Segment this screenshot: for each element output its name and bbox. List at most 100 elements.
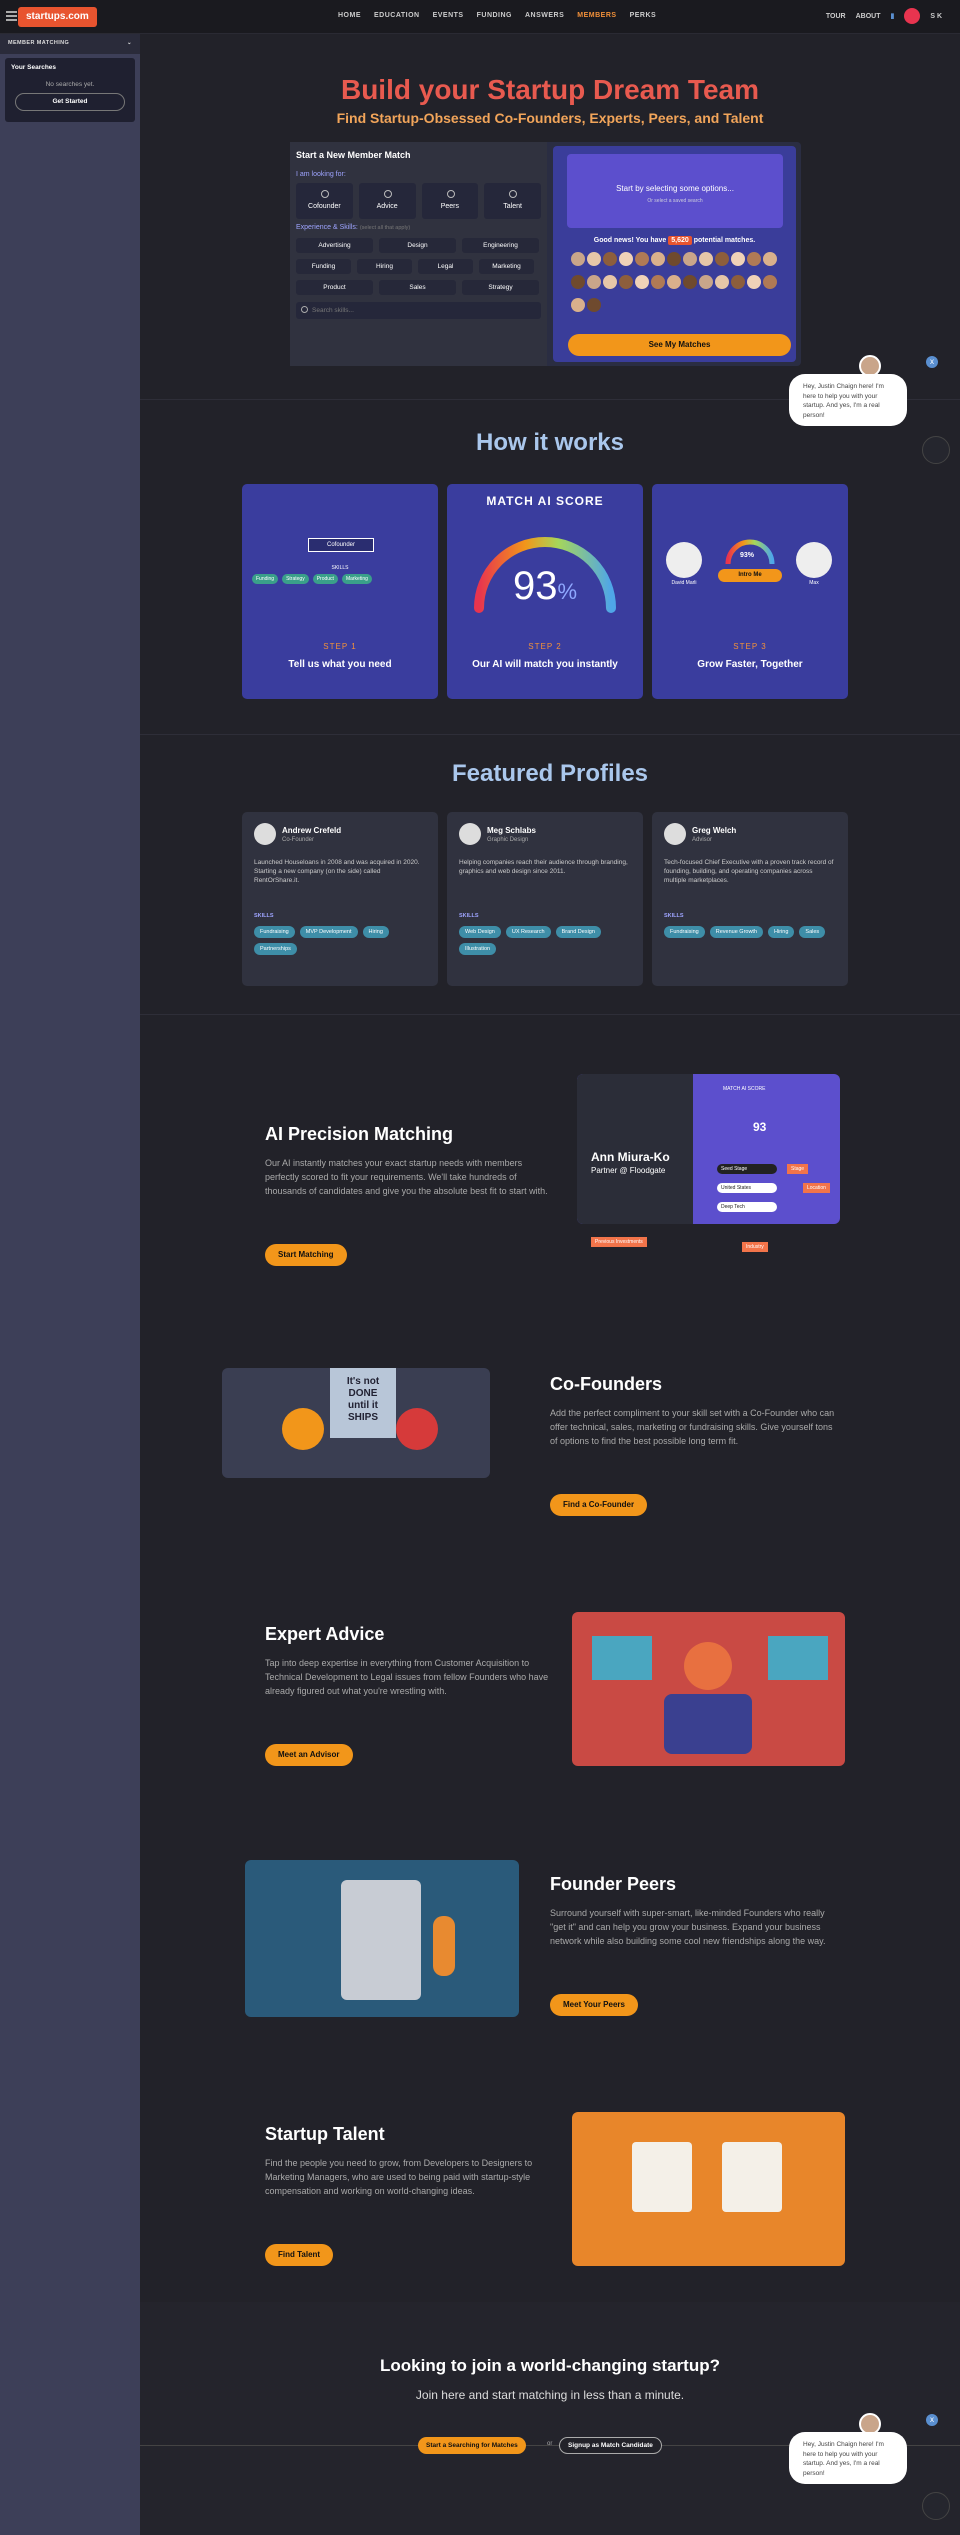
chat-bubble[interactable]: Hey, Justin Chaign here! I'm here to hel… [789, 2432, 907, 2484]
tag: Fundraising [664, 926, 705, 938]
option-talent[interactable]: Talent [484, 183, 541, 219]
match-avatar [683, 275, 697, 289]
start-searching-button[interactable]: Start a Searching for Matches [418, 2437, 526, 2454]
feature-expert-advice: Expert Advice Tap into deep expertise in… [140, 1574, 960, 1824]
find-talent-button[interactable]: Find Talent [265, 2244, 334, 2266]
find-cofounder-button[interactable]: Find a Co-Founder [550, 1494, 648, 1516]
chat-launcher-icon[interactable] [922, 436, 950, 464]
skills-label: SKILLS [254, 913, 274, 919]
tag: Marketing [341, 574, 372, 584]
profile-card[interactable]: Greg Welch Advisor Tech-focused Chief Ex… [652, 812, 848, 986]
nav-home[interactable]: HOME [338, 12, 361, 19]
meet-advisor-button[interactable]: Meet an Advisor [265, 1744, 353, 1766]
cofounder-chip: Cofounder [308, 538, 374, 552]
row-chip: Deep Tech [717, 1202, 777, 1212]
profile-card[interactable]: Meg Schlabs Graphic Design Helping compa… [447, 812, 643, 986]
signup-candidate-button[interactable]: Signup as Match Candidate [559, 2437, 662, 2454]
chat-icon[interactable]: ▮ [890, 12, 894, 20]
skill-product[interactable]: Product [296, 280, 373, 295]
avatar [254, 823, 276, 845]
skill-sales[interactable]: Sales [379, 280, 456, 295]
skill-hiring[interactable]: Hiring [357, 259, 412, 274]
logo[interactable]: startups.com [18, 7, 97, 27]
match-count: 5,620 [668, 236, 692, 245]
hero-subtitle: Find Startup-Obsessed Co-Founders, Exper… [336, 110, 764, 126]
start-box[interactable]: Start by selecting some options... Or se… [567, 154, 783, 228]
user-avatar[interactable] [904, 8, 921, 24]
skill-marketing[interactable]: Marketing [479, 259, 534, 274]
card-score-label: MATCH AI SCORE [723, 1086, 766, 1092]
searches-title: Your Searches [11, 64, 57, 71]
stage-pill: Stage [787, 1164, 809, 1174]
feature-founder-peers: Founder Peers Surround yourself with sup… [140, 1824, 960, 2074]
ai-match-illustration: Ann Miura-Ko Partner @ Floodgate MATCH A… [577, 1074, 840, 1224]
match-avatar [603, 275, 617, 289]
skill-legal[interactable]: Legal [418, 259, 473, 274]
card-name: Ann Miura-Ko [591, 1150, 670, 1164]
nav-funding[interactable]: FUNDING [477, 12, 512, 19]
good-news-text: Good news! You have 5,620 potential matc… [593, 236, 756, 245]
see-matches-button[interactable]: See My Matches [568, 334, 791, 356]
score-value: 93% [512, 564, 578, 608]
person-figure [282, 1408, 324, 1450]
tag: Fundraising [254, 926, 295, 938]
chat-bubble[interactable]: Hey, Justin Chaign here! I'm here to hel… [789, 374, 907, 426]
how-title: How it works [475, 429, 625, 456]
feature-ai-matching: AI Precision Matching Our AI instantly m… [140, 1074, 960, 1324]
industry-label: Industry [742, 1242, 768, 1252]
nav-about[interactable]: ABOUT [856, 13, 881, 20]
meet-peers-button[interactable]: Meet Your Peers [550, 1994, 638, 2016]
profile-name: Andrew Crefeld [282, 826, 342, 835]
nav-perks[interactable]: PERKS [630, 12, 657, 19]
nav-tour[interactable]: TOUR [826, 13, 846, 20]
saved-search-text[interactable]: Or select a saved search [567, 198, 783, 204]
nav-members[interactable]: MEMBERS [577, 12, 616, 19]
chat-launcher-icon[interactable] [922, 2492, 950, 2520]
skill-advertising[interactable]: Advertising [296, 238, 373, 253]
cta-subtitle: Join here and start matching in less tha… [415, 2388, 685, 2402]
nav-events[interactable]: EVENTS [433, 12, 464, 19]
profile-photo [577, 1074, 693, 1224]
tag: Funding [252, 574, 279, 584]
option-peers[interactable]: Peers [421, 183, 479, 219]
start-matching-button[interactable]: Start Matching [265, 1244, 347, 1266]
nav-answers[interactable]: ANSWERS [525, 12, 564, 19]
founder-peers-illustration [245, 1860, 519, 2017]
nav-education[interactable]: EDUCATION [374, 12, 420, 19]
poster: It's not DONE until it SHIPS [330, 1368, 396, 1438]
skill-design[interactable]: Design [379, 238, 456, 253]
tag: Hiring [362, 926, 389, 938]
cofounders-illustration: It's not DONE until it SHIPS [222, 1368, 490, 1478]
feature-title: AI Precision Matching [265, 1124, 454, 1144]
feature-title: Founder Peers [550, 1874, 677, 1894]
menu-icon[interactable] [6, 11, 17, 21]
looking-label: I am looking for: [296, 171, 346, 178]
skill-funding[interactable]: Funding [296, 259, 351, 274]
profile-tags: Fundraising MVP Development Hiring Partn… [254, 926, 428, 955]
skill-strategy[interactable]: Strategy [462, 280, 539, 295]
match-header: Start a New Member Match [296, 150, 411, 160]
match-avatar [731, 252, 745, 266]
get-started-button[interactable]: Get Started [15, 93, 125, 111]
skills-search-input[interactable]: Search skills... [296, 302, 541, 319]
step-number: STEP 2 [528, 642, 562, 651]
skills-mini-label: SKILLS [331, 565, 349, 571]
person-name: Max [809, 580, 819, 586]
match-avatar [763, 275, 777, 289]
close-icon[interactable]: x [926, 356, 938, 368]
searches-panel: Your Searches No searches yet. Get Start… [5, 58, 135, 122]
avatar [796, 542, 832, 578]
option-advice[interactable]: Advice [358, 183, 416, 219]
match-avatar [587, 298, 601, 312]
row-chip: Seed Stage [717, 1164, 777, 1174]
person-name: David Marli [671, 580, 697, 586]
match-avatar [731, 275, 745, 289]
profile-card[interactable]: Andrew Crefeld Co-Founder Launched House… [242, 812, 438, 986]
skill-engineering[interactable]: Engineering [462, 238, 539, 253]
option-cofounder[interactable]: Cofounder [296, 183, 353, 219]
chevron-down-icon[interactable]: ⌄ [127, 40, 132, 46]
close-icon[interactable]: x [926, 2414, 938, 2426]
tag: Revenue Growth [709, 926, 764, 938]
match-avatar [747, 252, 761, 266]
user-initials[interactable]: S K [930, 13, 942, 20]
